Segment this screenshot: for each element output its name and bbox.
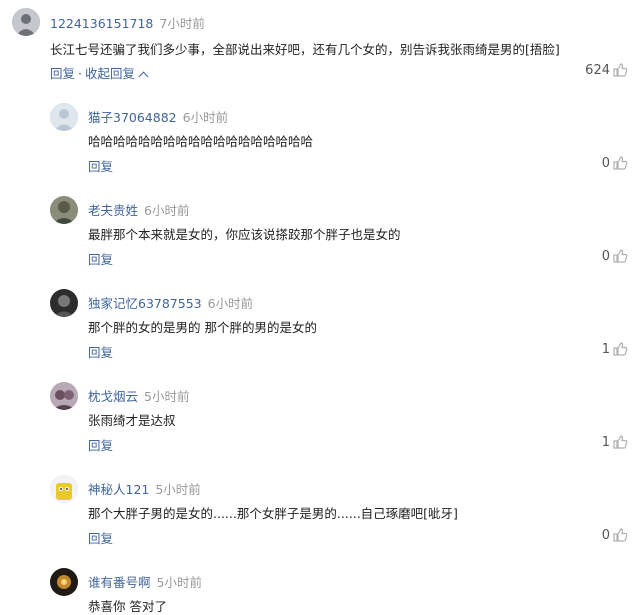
- user-photo-icon: [50, 289, 78, 317]
- avatar[interactable]: [50, 475, 78, 503]
- thumbs-up-icon: [613, 435, 628, 449]
- thumbs-up-icon: [613, 249, 628, 263]
- reply-meta: 老夫贵姓 6小时前: [88, 200, 189, 219]
- collapse-replies-button[interactable]: 收起回复: [85, 66, 149, 82]
- timestamp: 5小时前: [155, 482, 201, 497]
- default-avatar-icon: [50, 103, 78, 131]
- like-count: 624: [585, 62, 610, 78]
- avatar[interactable]: [50, 196, 78, 224]
- avatar[interactable]: [50, 289, 78, 317]
- avatar[interactable]: [50, 568, 78, 596]
- avatar[interactable]: [50, 103, 78, 131]
- like-count: 1: [601, 434, 610, 450]
- like-button[interactable]: 0: [602, 248, 628, 264]
- reply-item: 独家记忆63787553 6小时前 那个胖的女的是男的 那个胖的男的是女的 回复 …: [0, 279, 640, 372]
- comment-text: 长江七号还骗了我们多少事，全部说出来好吧，还有几个女的，别告诉我张雨绮是男的[捂…: [50, 42, 560, 57]
- reply-item: 谁有番号啊 5小时前 恭喜你 答对了: [0, 558, 640, 614]
- user-photo-icon: [50, 568, 78, 596]
- main-comment: 1224136151718 7小时前 长江七号还骗了我们多少事，全部说出来好吧，还…: [0, 0, 640, 90]
- comment-meta: 1224136151718 7小时前: [50, 13, 205, 32]
- avatar[interactable]: [50, 382, 78, 410]
- like-button[interactable]: 1: [602, 434, 628, 450]
- user-photo-icon: [50, 382, 78, 410]
- like-button[interactable]: 0: [602, 155, 628, 171]
- timestamp: 6小时前: [207, 296, 254, 311]
- like-button[interactable]: 0: [602, 527, 628, 543]
- collapse-label: 收起回复: [85, 66, 136, 81]
- timestamp: 6小时前: [144, 203, 190, 218]
- reply-text: 张雨绮才是达叔: [88, 413, 176, 428]
- timestamp: 6小时前: [182, 110, 229, 125]
- thumbs-up-icon: [613, 342, 628, 356]
- default-avatar-icon: [12, 8, 40, 36]
- username[interactable]: 枕戈烟云: [88, 389, 138, 404]
- reply-button[interactable]: 回复: [88, 156, 113, 175]
- cartoon-avatar-icon: [50, 475, 78, 503]
- reply-button[interactable]: 回复: [88, 249, 113, 268]
- reply-text: 最胖那个本来就是女的，你应该说搽跤那个胖子也是女的: [88, 227, 401, 242]
- like-button[interactable]: 1: [602, 341, 628, 357]
- username[interactable]: 独家记忆63787553: [88, 296, 202, 311]
- comment-actions: 回复 · 收起回复: [50, 63, 149, 82]
- reply-text: 恭喜你 答对了: [88, 599, 167, 614]
- like-button[interactable]: 624: [585, 62, 628, 78]
- reply-item: 猫子37064882 6小时前 哈哈哈哈哈哈哈哈哈哈哈哈哈哈哈哈哈哈 回复 0: [0, 93, 640, 186]
- avatar[interactable]: [12, 8, 40, 36]
- username[interactable]: 谁有番号啊: [88, 575, 151, 590]
- username[interactable]: 神秘人121: [88, 482, 149, 497]
- reply-text: 那个大胖子男的是女的......那个女胖子是男的......自己琢磨吧[呲牙]: [88, 506, 458, 521]
- timestamp: 7小时前: [159, 16, 205, 31]
- timestamp: 5小时前: [144, 389, 190, 404]
- thumbs-up-icon: [613, 528, 628, 542]
- thumbs-up-icon: [613, 63, 628, 77]
- reply-button[interactable]: 回复: [88, 435, 113, 454]
- reply-meta: 枕戈烟云 5小时前: [88, 386, 189, 405]
- chevron-up-icon: [138, 71, 149, 82]
- username[interactable]: 猫子37064882: [88, 110, 177, 125]
- like-count: 0: [601, 527, 610, 543]
- reply-item: 神秘人121 5小时前 那个大胖子男的是女的......那个女胖子是男的.....…: [0, 465, 640, 558]
- username[interactable]: 1224136151718: [50, 16, 153, 31]
- reply-item: 老夫贵姓 6小时前 最胖那个本来就是女的，你应该说搽跤那个胖子也是女的 回复 0: [0, 186, 640, 279]
- thumbs-up-icon: [613, 156, 628, 170]
- like-count: 0: [601, 155, 610, 171]
- timestamp: 5小时前: [156, 575, 202, 590]
- like-count: 1: [601, 341, 610, 357]
- separator: ·: [78, 66, 82, 81]
- reply-meta: 谁有番号啊 5小时前: [88, 572, 202, 591]
- reply-text: 那个胖的女的是男的 那个胖的男的是女的: [88, 320, 317, 335]
- reply-item: 枕戈烟云 5小时前 张雨绮才是达叔 回复 1: [0, 372, 640, 465]
- reply-button[interactable]: 回复: [88, 528, 113, 547]
- reply-meta: 猫子37064882 6小时前: [88, 107, 228, 126]
- reply-button[interactable]: 回复: [50, 66, 75, 81]
- reply-meta: 独家记忆63787553 6小时前: [88, 293, 253, 312]
- user-photo-icon: [50, 196, 78, 224]
- reply-text: 哈哈哈哈哈哈哈哈哈哈哈哈哈哈哈哈哈哈: [88, 134, 314, 149]
- like-count: 0: [601, 248, 610, 264]
- reply-button[interactable]: 回复: [88, 342, 113, 361]
- username[interactable]: 老夫贵姓: [88, 203, 138, 218]
- reply-meta: 神秘人121 5小时前: [88, 479, 201, 498]
